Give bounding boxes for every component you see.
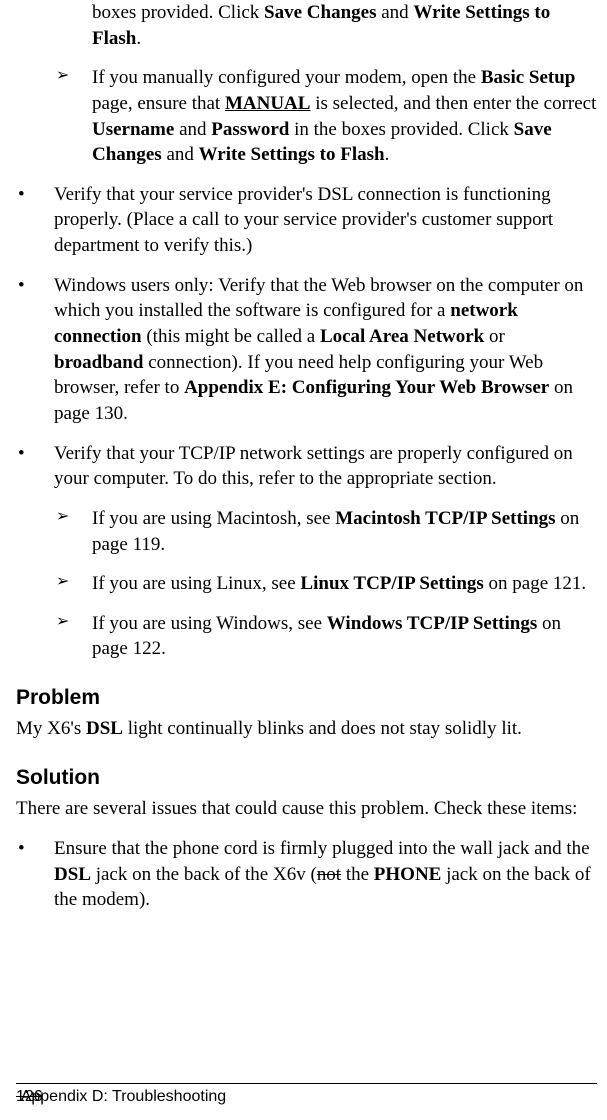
list-item: • Ensure that the phone cord is firmly p… xyxy=(16,836,597,913)
body-text: Verify that your service provider's DSL … xyxy=(54,182,597,259)
problem-heading: Problem xyxy=(16,684,597,712)
bullet-icon: • xyxy=(16,836,54,913)
problem-text: My X6's DSL light continually blinks and… xyxy=(16,716,597,742)
arrow-icon: ➢ xyxy=(54,611,92,662)
list-item: ➢ If you manually configured your modem,… xyxy=(16,65,597,168)
footer: 126Appendix D: Troubleshooting xyxy=(16,1086,226,1108)
bullet-icon: • xyxy=(16,441,54,492)
body-text: If you are using Macintosh, see Macintos… xyxy=(92,506,597,557)
list-item: • Verify that your service provider's DS… xyxy=(16,182,597,259)
solution-heading: Solution xyxy=(16,764,597,792)
list-item: ➢ If you are using Windows, see Windows … xyxy=(16,611,597,662)
body-text: If you manually configured your modem, o… xyxy=(92,65,597,168)
list-item: • Windows users only: Verify that the We… xyxy=(16,273,597,427)
solution-intro: There are several issues that could caus… xyxy=(16,796,597,822)
body-text: boxes provided. Click Save Changes and W… xyxy=(92,0,597,51)
footer-separator xyxy=(16,1083,597,1084)
bullet-icon: • xyxy=(16,182,54,259)
body-text: If you are using Windows, see Windows TC… xyxy=(92,611,597,662)
body-text: Windows users only: Verify that the Web … xyxy=(54,273,597,427)
list-item: ➢ If you are using Linux, see Linux TCP/… xyxy=(16,571,597,597)
list-item: ➢ If you are using Macintosh, see Macint… xyxy=(16,506,597,557)
body-text: Verify that your TCP/IP network settings… xyxy=(54,441,597,492)
arrow-icon: ➢ xyxy=(54,506,92,557)
page-content: boxes provided. Click Save Changes and W… xyxy=(16,0,597,913)
arrow-icon: ➢ xyxy=(54,65,92,168)
body-text: If you are using Linux, see Linux TCP/IP… xyxy=(92,571,597,597)
bullet-icon: • xyxy=(16,273,54,427)
footer-title: Appendix D: Troubleshooting xyxy=(21,1088,226,1105)
arrow-icon: ➢ xyxy=(54,571,92,597)
list-item: boxes provided. Click Save Changes and W… xyxy=(16,0,597,51)
body-text: Ensure that the phone cord is firmly plu… xyxy=(54,836,597,913)
list-item: • Verify that your TCP/IP network settin… xyxy=(16,441,597,492)
